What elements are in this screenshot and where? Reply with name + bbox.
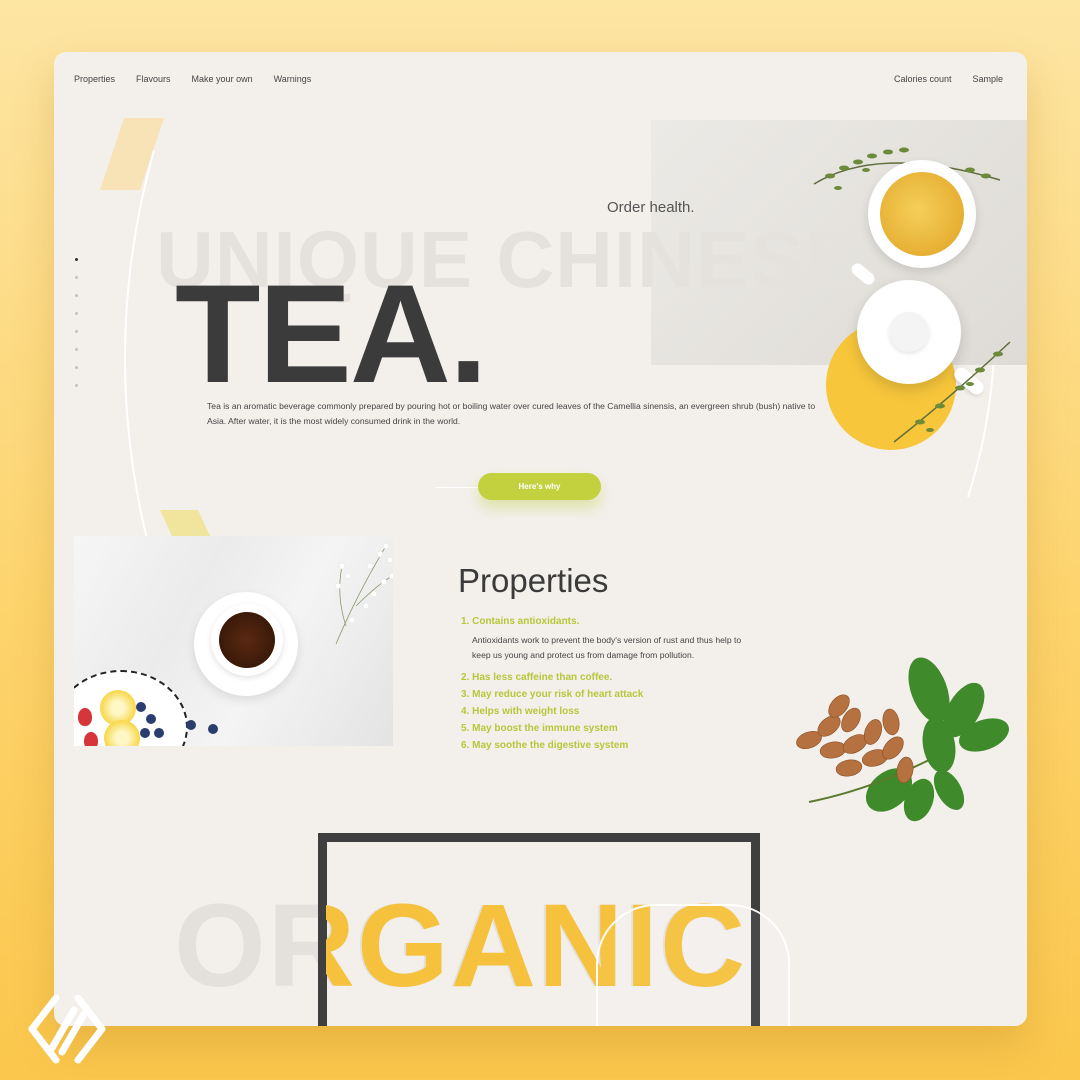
nav-calories-count[interactable]: Calories count	[894, 74, 952, 84]
property-item[interactable]: 6. May soothe the digestive system	[461, 740, 821, 751]
strawberry	[78, 708, 92, 726]
deco-arc-left	[124, 149, 155, 567]
strawberry	[84, 732, 98, 746]
black-tea-cup	[211, 604, 283, 676]
nav-left: Properties Flavours Make your own Warnin…	[74, 74, 311, 84]
deco-slash-mid	[160, 510, 210, 536]
hero-title: TEA.	[175, 255, 488, 412]
property-item[interactable]: 5. May boost the immune system	[461, 723, 821, 734]
pager-dot-4[interactable]	[75, 312, 78, 315]
section-pager	[75, 258, 78, 402]
blueberry	[154, 728, 164, 738]
blueberry	[186, 720, 196, 730]
pager-dot-3[interactable]	[75, 294, 78, 297]
blueberry	[136, 702, 146, 712]
property-item[interactable]: 3. May reduce your risk of heart attack	[461, 689, 821, 700]
babys-breath-flowers	[334, 542, 393, 645]
tea-cup	[868, 160, 976, 268]
nav-flavours[interactable]: Flavours	[136, 74, 171, 84]
thyme-sprig-bottom	[893, 341, 1011, 443]
nav-right: Calories count Sample	[894, 74, 1003, 84]
blueberry	[146, 714, 156, 724]
pager-dot-1[interactable]	[75, 258, 78, 261]
blueberry	[208, 724, 218, 734]
pager-dot-7[interactable]	[75, 366, 78, 369]
nav-warnings[interactable]: Warnings	[274, 74, 312, 84]
brand-logo-icon[interactable]	[22, 990, 112, 1068]
pager-dot-6[interactable]	[75, 348, 78, 351]
pager-dot-8[interactable]	[75, 384, 78, 387]
heres-why-button[interactable]: Here's why	[478, 473, 601, 500]
page-card: Properties Flavours Make your own Warnin…	[54, 52, 1027, 1026]
black-tea-liquid	[219, 612, 275, 668]
property-item[interactable]: 4. Helps with weight loss	[461, 706, 821, 717]
pager-dot-5[interactable]	[75, 330, 78, 333]
glass-arch-overlay	[596, 904, 790, 1026]
top-nav: Properties Flavours Make your own Warnin…	[74, 74, 1003, 88]
blueberry	[140, 728, 150, 738]
property-item[interactable]: 1. Contains antioxidants.	[461, 616, 821, 627]
pager-dot-2[interactable]	[75, 276, 78, 279]
marble-tea-photo	[74, 536, 393, 746]
hero-tagline: Order health.	[607, 199, 695, 216]
property-item[interactable]: 2. Has less caffeine than coffee.	[461, 672, 821, 683]
property-detail: Antioxidants work to prevent the body's …	[472, 635, 742, 661]
almonds-and-mint	[796, 657, 1009, 822]
hero-description: Tea is an aromatic beverage commonly pre…	[207, 401, 816, 427]
properties-list: 1. Contains antioxidants. Antioxidants w…	[461, 616, 821, 757]
nav-properties[interactable]: Properties	[74, 74, 115, 84]
nav-make-your-own[interactable]: Make your own	[192, 74, 253, 84]
nav-sample[interactable]: Sample	[972, 74, 1003, 84]
properties-title: Properties	[458, 562, 609, 599]
tea-cup-liquid	[880, 172, 964, 256]
